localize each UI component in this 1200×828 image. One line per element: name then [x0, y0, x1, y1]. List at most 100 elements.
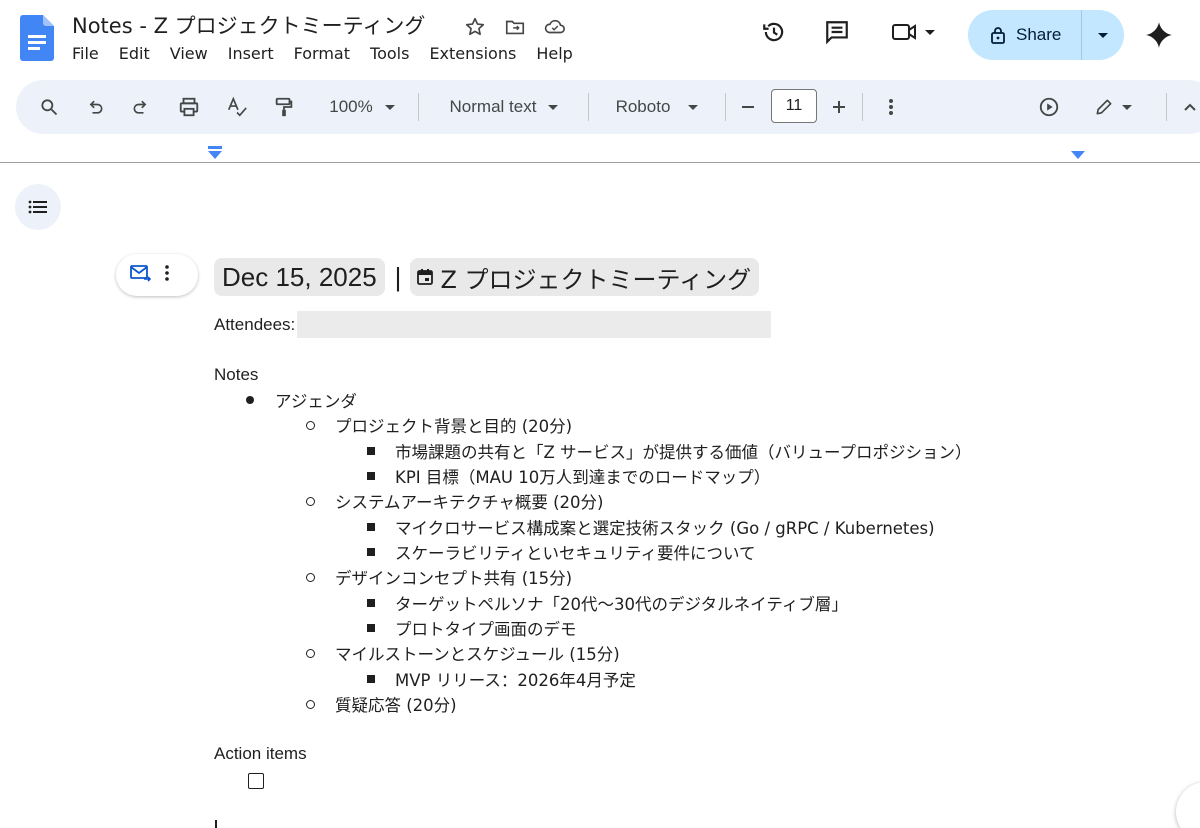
attendees-placeholder-field[interactable] [297, 311, 772, 338]
print-icon[interactable] [174, 80, 204, 134]
list-item: 質疑応答 (20分) [335, 696, 457, 715]
decrease-font-size-button[interactable] [736, 80, 760, 134]
bullet-circle-icon [306, 700, 315, 709]
list-icon [28, 200, 47, 214]
undo-icon[interactable] [80, 80, 110, 134]
menu-help[interactable]: Help [536, 44, 582, 63]
font-family-select[interactable]: Roboto [609, 80, 705, 134]
redo-icon[interactable] [126, 80, 156, 134]
present-play-icon[interactable] [1034, 80, 1064, 134]
ruler [0, 162, 1200, 163]
list-item: マイルストーンとスケジュール (15分) [335, 645, 620, 664]
list-item: マイクロサービス構成案と選定技術スタック (Go / gRPC / Kubern… [395, 519, 935, 538]
first-line-indent-marker[interactable] [208, 146, 222, 149]
bullet-square-icon [367, 548, 375, 556]
increase-font-size-button[interactable] [827, 80, 851, 134]
minus-icon [742, 106, 754, 108]
list-item: KPI 目標（MAU 10万人到達までのロードマップ） [395, 468, 771, 487]
menu-format[interactable]: Format [294, 44, 360, 63]
menu-extensions[interactable]: Extensions [429, 44, 526, 63]
paragraph-style-select[interactable]: Normal text [439, 80, 569, 134]
bullet-circle-icon [306, 649, 315, 658]
document-title[interactable]: Notes - Z プロジェクトミーティング [72, 10, 425, 40]
date-chip-text: Dec 15, 2025 [222, 261, 377, 292]
bullet-square-icon [367, 523, 375, 531]
lock-icon [991, 27, 1005, 44]
heading-separator: | [394, 261, 402, 292]
gemini-sparkle-icon[interactable] [1142, 18, 1176, 52]
list-item: 市場課題の共有と「Z サービス」が提供する価値（バリュープロポジション） [395, 443, 972, 462]
paragraph-style-value: Normal text [449, 97, 537, 116]
list-item: MVP リリース：2026年4月予定 [395, 671, 636, 690]
search-menus-icon[interactable] [34, 80, 64, 134]
bullet-disc-icon [246, 396, 254, 404]
hide-menus-chevron-up-icon[interactable] [1180, 80, 1200, 134]
right-indent-marker[interactable] [1071, 151, 1085, 159]
attendees-row: Attendees: [214, 311, 772, 338]
list-item: システムアーキテクチャ概要 (20分) [335, 493, 604, 512]
bullet-circle-icon [306, 421, 315, 430]
chevron-down-icon [1122, 104, 1132, 110]
more-vert-icon[interactable] [164, 264, 170, 286]
bullet-square-icon [367, 447, 375, 455]
list-item: アジェンダ [275, 392, 357, 411]
editing-mode-select[interactable] [1088, 80, 1138, 134]
text-cursor [215, 820, 217, 828]
attendees-label: Attendees: [214, 314, 296, 334]
share-dropdown-button[interactable] [1082, 10, 1124, 60]
list-item: プロトタイプ画面のデモ [395, 620, 577, 639]
menu-edit[interactable]: Edit [119, 44, 160, 63]
meeting-notes-actions [116, 254, 198, 296]
menu-tools[interactable]: Tools [370, 44, 419, 63]
list-item: デザインコンセプト共有 (15分) [335, 569, 573, 588]
cloud-saved-icon[interactable] [542, 14, 568, 40]
font-size-input[interactable]: 11 [771, 89, 817, 123]
formatting-toolbar: 100% Normal text Roboto 11 [16, 80, 1200, 134]
document-outline-button[interactable] [15, 184, 61, 230]
share-button-group: Share [968, 10, 1124, 60]
comments-icon[interactable] [815, 10, 859, 54]
list-item: スケーラビリティといセキュリティ要件について [395, 544, 756, 563]
plus-icon [833, 101, 845, 113]
menu-insert[interactable]: Insert [228, 44, 284, 63]
spellcheck-icon[interactable] [222, 80, 252, 134]
meet-video-icon[interactable] [883, 10, 943, 54]
chevron-down-icon [548, 104, 559, 110]
font-family-value: Roboto [615, 97, 671, 116]
menu-view[interactable]: View [170, 44, 218, 63]
app-header: Notes - Z プロジェクトミーティング File Edit View In… [0, 0, 1200, 78]
left-indent-marker[interactable] [208, 151, 222, 159]
more-options-icon[interactable] [879, 80, 903, 134]
menu-bar: File Edit View Insert Format Tools Exten… [72, 44, 593, 63]
email-attendees-icon[interactable] [130, 264, 152, 286]
calendar-icon [417, 269, 434, 285]
menu-file[interactable]: File [72, 44, 109, 63]
action-item-checkbox[interactable] [248, 773, 264, 789]
calendar-event-title: Z プロジェクトミーティング [440, 265, 752, 294]
bullet-square-icon [367, 599, 375, 607]
chevron-down-icon [384, 104, 395, 110]
date-chip[interactable]: Dec 15, 2025 [214, 258, 385, 296]
bullet-square-icon [367, 624, 375, 632]
bullet-circle-icon [306, 573, 315, 582]
list-item: ターゲットペルソナ「20代〜30代のデジタルネイティブ層」 [395, 595, 848, 614]
action-items-heading: Action items [214, 744, 307, 763]
zoom-value: 100% [329, 97, 373, 116]
bullet-square-icon [367, 472, 375, 480]
paint-format-icon[interactable] [269, 80, 299, 134]
version-history-icon[interactable] [752, 10, 796, 54]
chevron-down-icon [688, 104, 699, 110]
calendar-event-chip[interactable]: Z プロジェクトミーティング [410, 258, 760, 296]
zoom-select[interactable]: 100% [320, 80, 404, 134]
list-item: プロジェクト背景と目的 (20分) [335, 417, 573, 436]
move-folder-icon[interactable] [502, 14, 528, 40]
google-docs-logo-icon[interactable] [20, 15, 54, 61]
bullet-square-icon [367, 675, 375, 683]
share-button[interactable]: Share [968, 10, 1082, 60]
meeting-heading: Dec 15, 2025 | Z プロジェクトミーティング [214, 258, 760, 296]
star-icon[interactable] [462, 14, 488, 40]
bullet-circle-icon [306, 497, 315, 506]
share-label: Share [1016, 25, 1062, 44]
ask-gemini-fab[interactable] [1176, 782, 1200, 828]
pencil-icon [1096, 99, 1112, 115]
